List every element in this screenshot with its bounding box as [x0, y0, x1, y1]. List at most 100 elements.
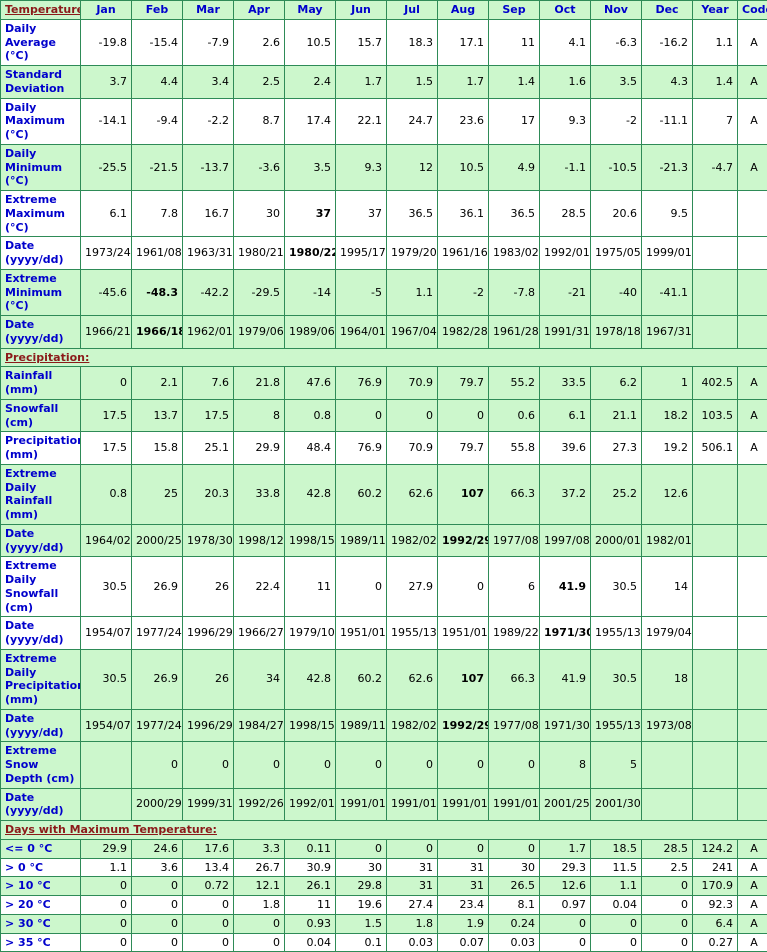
data-cell: 1978/18: [591, 316, 642, 349]
table-header-row: Temperature:JanFebMarAprMayJunJulAugSepO…: [1, 1, 767, 20]
data-cell: 3.4: [183, 66, 234, 99]
data-cell: [693, 788, 738, 821]
data-cell: 1977/24: [132, 709, 183, 742]
column-header-code: Code: [738, 1, 767, 20]
data-cell: -2.2: [183, 98, 234, 144]
data-cell: 24.6: [132, 839, 183, 858]
data-cell: 28.5: [642, 839, 693, 858]
data-cell: 60.2: [336, 649, 387, 709]
data-cell: 0: [132, 742, 183, 788]
data-cell: 8: [540, 742, 591, 788]
data-cell: 8.1: [489, 896, 540, 915]
column-header-jun: Jun: [336, 1, 387, 20]
data-cell: 2000/29: [132, 788, 183, 821]
data-cell: 1.8: [387, 914, 438, 933]
data-cell: 12: [387, 144, 438, 190]
data-cell: -11.1: [642, 98, 693, 144]
data-cell: 17.5: [81, 432, 132, 465]
data-cell: 1963/31: [183, 237, 234, 270]
row-label: > 20 °C: [1, 896, 81, 915]
data-cell: 30.5: [591, 649, 642, 709]
data-cell: 0: [336, 839, 387, 858]
code-cell: [738, 742, 767, 788]
data-cell: 0: [540, 914, 591, 933]
data-cell: -16.2: [642, 19, 693, 65]
data-cell: 1992/01+: [285, 788, 336, 821]
data-cell: 1.1: [591, 877, 642, 896]
data-cell: 0: [642, 933, 693, 952]
data-cell: 12.6: [642, 464, 693, 524]
data-cell: 1980/21: [234, 237, 285, 270]
data-cell: 33.8: [234, 464, 285, 524]
data-cell: 7: [693, 98, 738, 144]
data-cell: 0: [183, 914, 234, 933]
row-label: Date (yyyy/dd): [1, 709, 81, 742]
data-cell: 0.24: [489, 914, 540, 933]
row-label: Daily Average (°C): [1, 19, 81, 65]
data-cell: -5: [336, 269, 387, 315]
data-cell: 17.1: [438, 19, 489, 65]
data-cell: 0.97: [540, 896, 591, 915]
data-cell: 1966/18: [132, 316, 183, 349]
data-cell: 37: [336, 191, 387, 237]
data-cell: 18.5: [591, 839, 642, 858]
data-cell: 0: [642, 877, 693, 896]
data-cell: 0.11: [285, 839, 336, 858]
code-cell: [738, 191, 767, 237]
data-cell: -48.3: [132, 269, 183, 315]
data-cell: 36.1: [438, 191, 489, 237]
data-cell: 9.3: [540, 98, 591, 144]
data-cell: 3.3: [234, 839, 285, 858]
table-row: > 20 °C0001.81119.627.423.48.10.970.0409…: [1, 896, 767, 915]
table-row: Daily Maximum (°C)-14.1-9.4-2.28.717.422…: [1, 98, 767, 144]
row-label: Date (yyyy/dd): [1, 237, 81, 270]
data-cell: 16.7: [183, 191, 234, 237]
data-cell: 62.6: [387, 464, 438, 524]
data-cell: 0: [438, 742, 489, 788]
column-header-aug: Aug: [438, 1, 489, 20]
data-cell: 2.5: [234, 66, 285, 99]
data-cell: 2.4: [285, 66, 336, 99]
data-cell: 1991/31: [540, 316, 591, 349]
data-cell: 36.5: [387, 191, 438, 237]
row-label: > 30 °C: [1, 914, 81, 933]
code-cell: A: [738, 98, 767, 144]
data-cell: 26.1: [285, 877, 336, 896]
data-cell: 8: [234, 399, 285, 432]
data-cell: 11: [489, 19, 540, 65]
data-cell: 27.9: [387, 557, 438, 617]
column-header-jul: Jul: [387, 1, 438, 20]
data-cell: 1992/01: [540, 237, 591, 270]
data-cell: 1975/05: [591, 237, 642, 270]
data-cell: 29.8: [336, 877, 387, 896]
data-cell: 0: [81, 877, 132, 896]
data-cell: 170.9: [693, 877, 738, 896]
data-cell: 19.2: [642, 432, 693, 465]
data-cell: 0: [132, 877, 183, 896]
data-cell: 29.3: [540, 858, 591, 877]
data-cell: 1951/01+: [438, 617, 489, 650]
data-cell: 70.9: [387, 367, 438, 400]
table-row: Date (yyyy/dd)1966/211966/181962/011979/…: [1, 316, 767, 349]
data-cell: 506.1: [693, 432, 738, 465]
code-cell: [738, 649, 767, 709]
data-cell: 21.1: [591, 399, 642, 432]
data-cell: 11: [285, 557, 336, 617]
data-cell: 36.5: [489, 191, 540, 237]
data-cell: 1954/07: [81, 709, 132, 742]
data-cell: 26.5: [489, 877, 540, 896]
data-cell: 1.4: [489, 66, 540, 99]
data-cell: 1971/30: [540, 709, 591, 742]
data-cell: 11.5: [591, 858, 642, 877]
data-cell: [693, 557, 738, 617]
data-cell: 6.1: [81, 191, 132, 237]
row-label: > 10 °C: [1, 877, 81, 896]
data-cell: 1: [642, 367, 693, 400]
table-row: > 0 °C1.13.613.426.730.93031313029.311.5…: [1, 858, 767, 877]
data-cell: 12.6: [540, 877, 591, 896]
data-cell: 15.7: [336, 19, 387, 65]
data-cell: 26.9: [132, 557, 183, 617]
data-cell: 30: [489, 858, 540, 877]
data-cell: 1999/31+: [183, 788, 234, 821]
data-cell: -21.3: [642, 144, 693, 190]
